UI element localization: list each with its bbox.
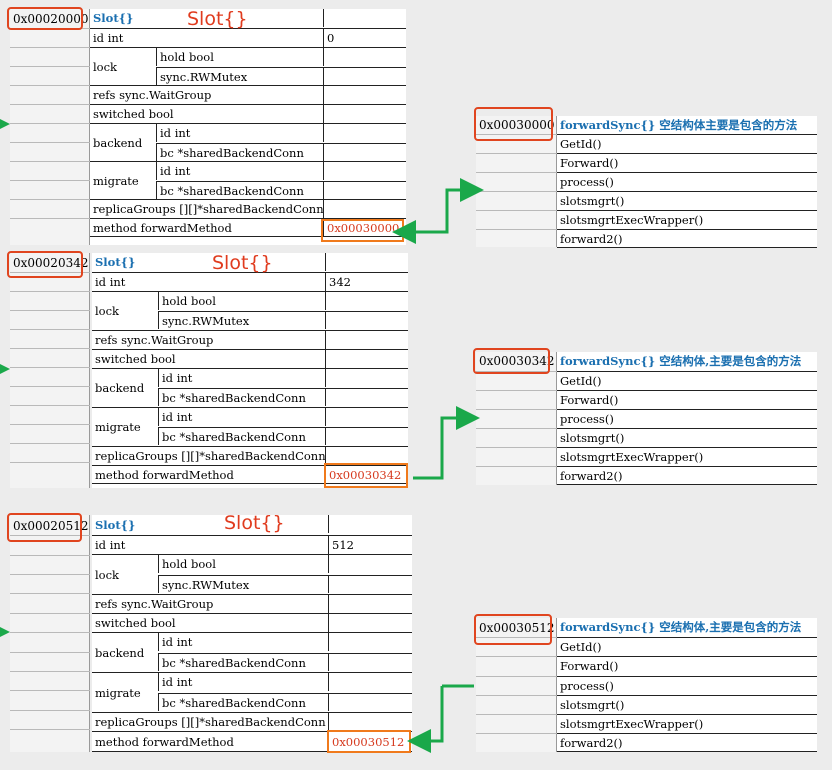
arrow-slot1-to-forward1 — [392, 178, 484, 244]
pointer-arrows — [0, 116, 484, 770]
left-edge-arrows — [0, 116, 10, 640]
arrow-slot2-to-forward2 — [413, 406, 480, 480]
arrow-slot3-to-forward3 — [413, 684, 474, 741]
